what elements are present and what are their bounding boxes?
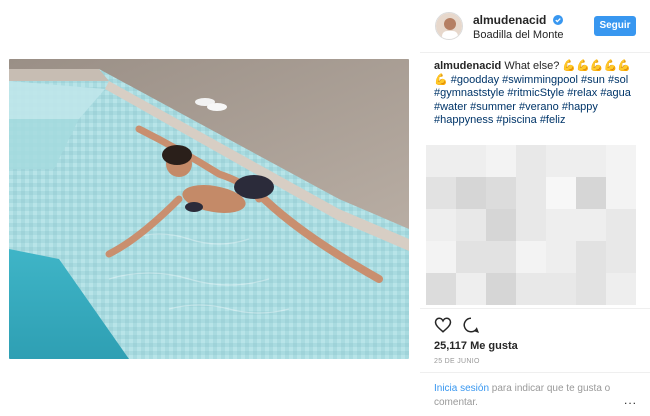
login-prompt: Inicia sesión para indicar que te gusta … <box>434 382 634 410</box>
heart-icon[interactable] <box>434 316 452 334</box>
pool-photo-image <box>9 59 409 359</box>
pixelated-comments <box>426 145 638 305</box>
username-row: almudenacid <box>473 13 563 27</box>
caption-username[interactable]: almudenacid <box>434 60 501 72</box>
caption: almudenacid What else? 💪💪💪💪💪💪 #goodday #… <box>434 60 634 128</box>
more-options-button[interactable]: ... <box>624 393 637 407</box>
hashtag-link[interactable]: #sol <box>608 74 628 86</box>
login-link[interactable]: Inicia sesión <box>434 383 489 394</box>
hashtag-link[interactable]: #sun <box>581 74 605 86</box>
post-date[interactable]: 25 DE JUNIO <box>434 358 480 365</box>
hashtag-link[interactable]: #happyness <box>434 114 493 126</box>
divider <box>420 372 650 373</box>
hashtag-link[interactable]: #feliz <box>540 114 566 126</box>
avatar[interactable] <box>435 12 463 40</box>
follow-button[interactable]: Seguir <box>594 16 636 36</box>
username-link[interactable]: almudenacid <box>473 13 546 27</box>
hashtag-link[interactable]: #ritmicStyle <box>507 87 564 99</box>
hashtag-list: #goodday #swimmingpool #sun #sol #gymnas… <box>434 74 631 127</box>
hashtag-link[interactable]: #verano <box>519 101 559 113</box>
hashtag-link[interactable]: #swimmingpool <box>502 74 578 86</box>
post-sidebar: almudenacid Boadilla del Monte Seguir al… <box>420 0 650 416</box>
hashtag-link[interactable]: #gymnaststyle <box>434 87 504 99</box>
hashtag-link[interactable]: #water <box>434 101 467 113</box>
hashtag-link[interactable]: #goodday <box>451 74 499 86</box>
comment-icon[interactable] <box>462 316 480 334</box>
hashtag-link[interactable]: #summer <box>470 101 516 113</box>
location-link[interactable]: Boadilla del Monte <box>473 29 564 41</box>
hashtag-link[interactable]: #happy <box>562 101 598 113</box>
post-photo[interactable] <box>9 59 409 359</box>
hashtag-link[interactable]: #agua <box>600 87 631 99</box>
divider <box>420 308 650 309</box>
post-media <box>0 0 418 416</box>
verified-badge-icon <box>552 14 563 25</box>
hashtag-link[interactable]: #relax <box>567 87 597 99</box>
like-count[interactable]: 25,117 Me gusta <box>434 340 518 352</box>
hashtag-link[interactable]: #piscina <box>496 114 536 126</box>
post-header: almudenacid Boadilla del Monte Seguir <box>420 0 650 53</box>
